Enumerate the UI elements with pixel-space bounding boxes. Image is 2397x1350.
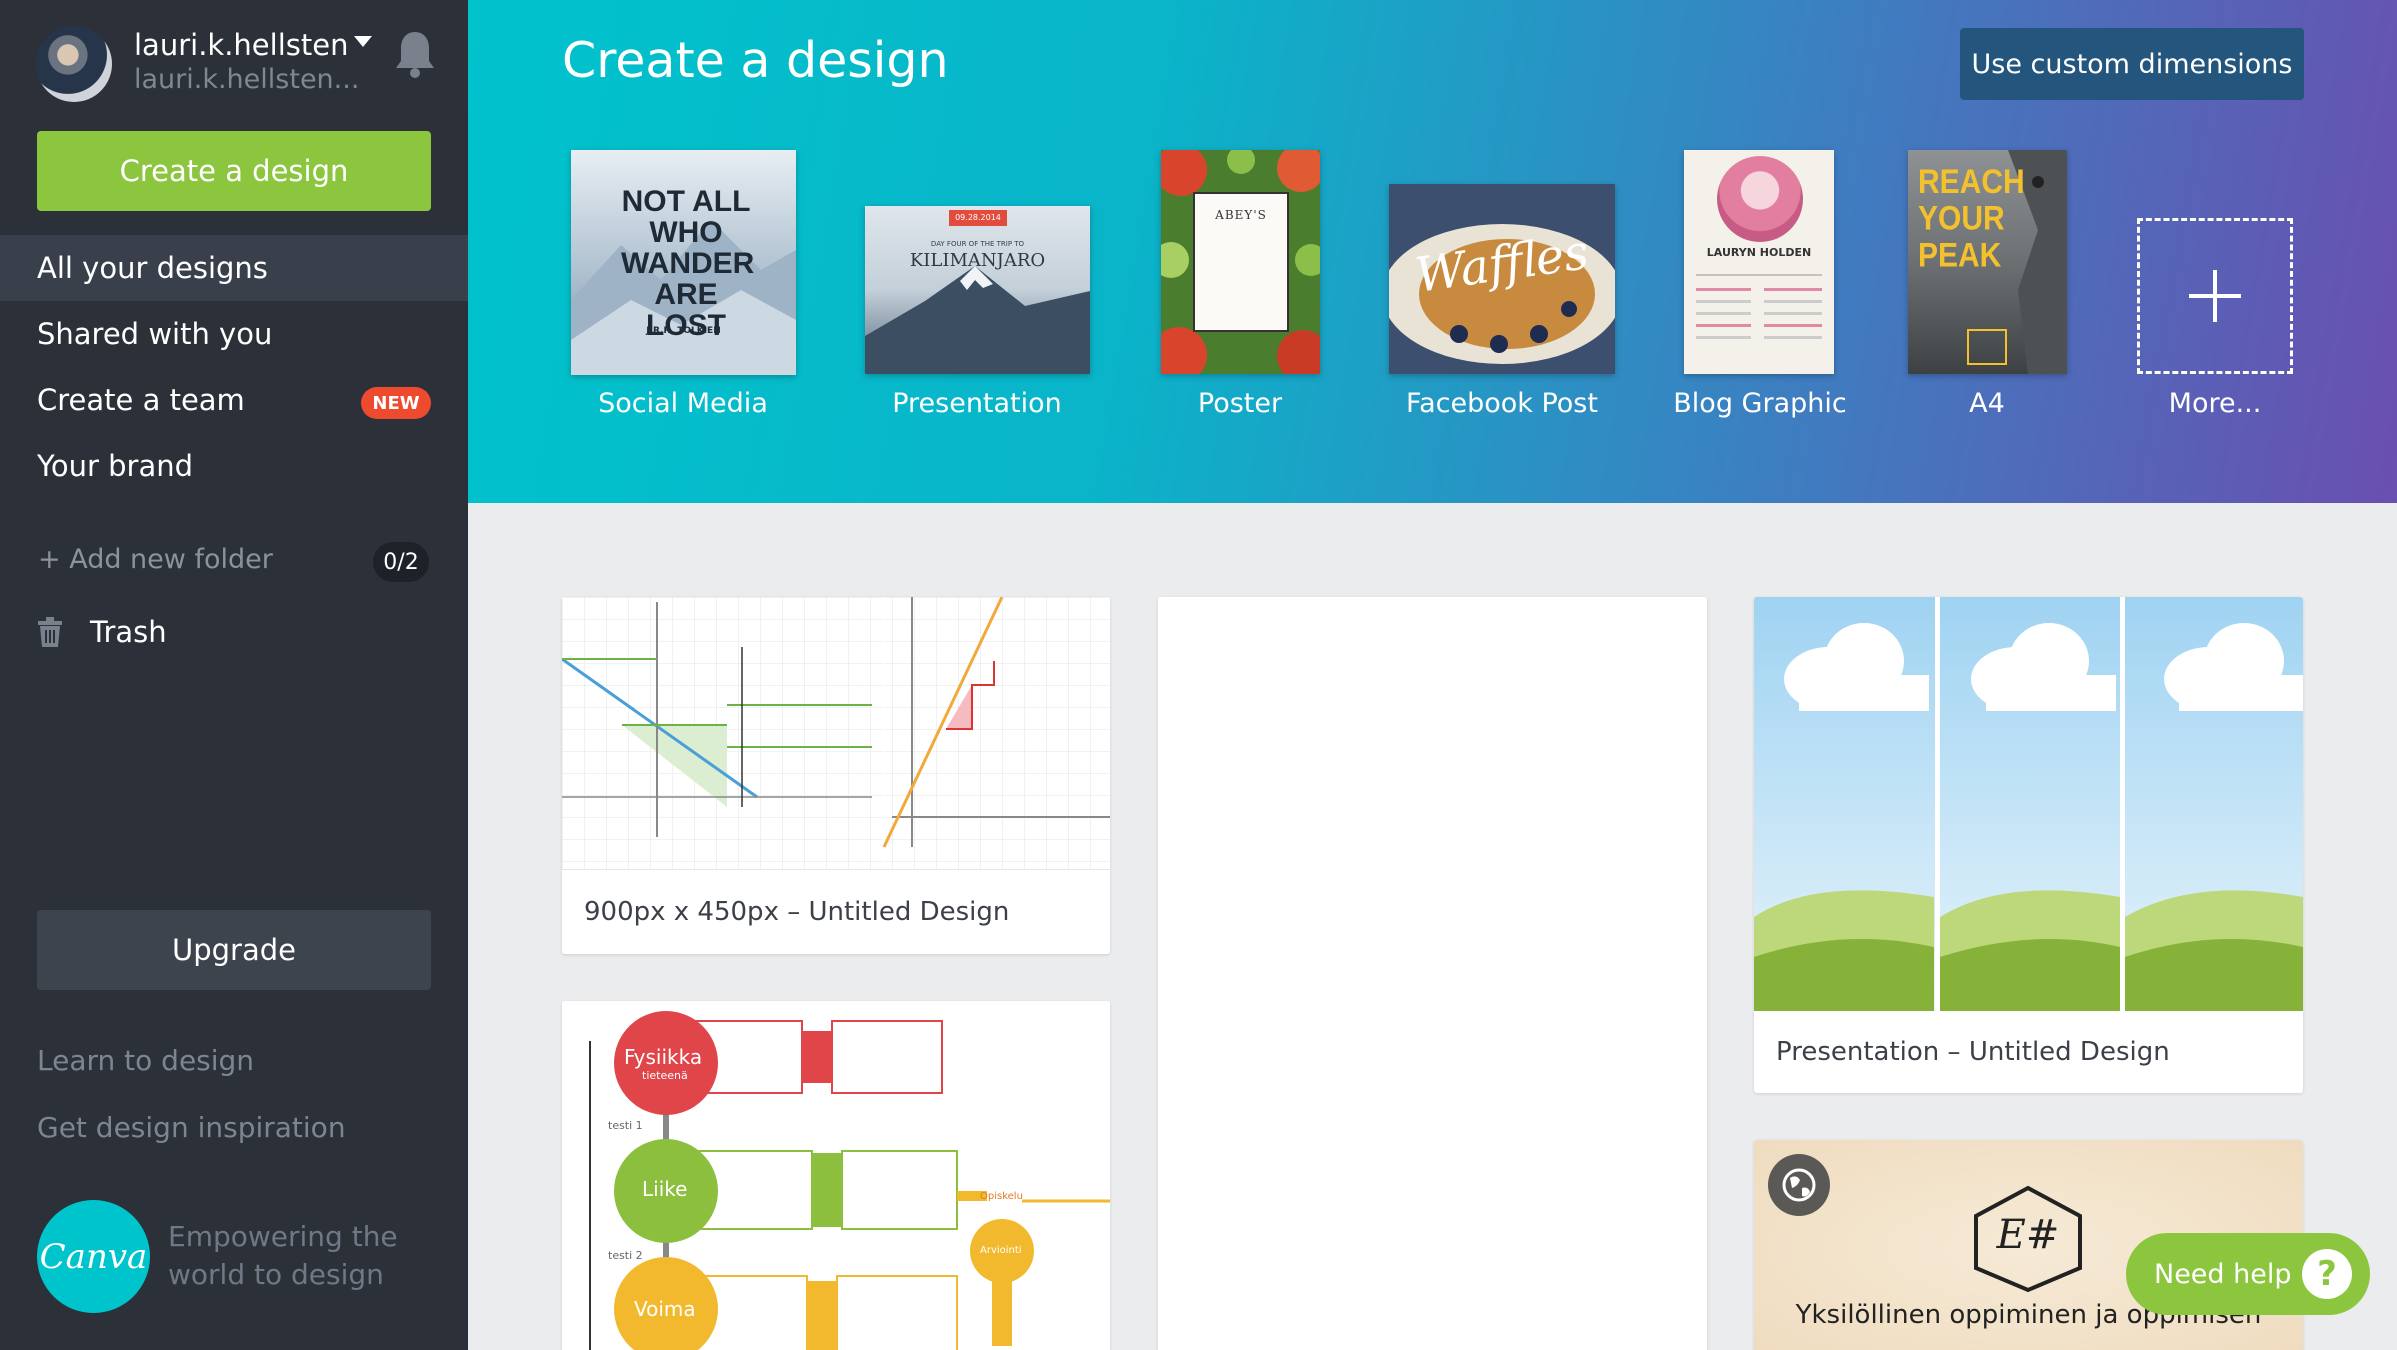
sidebar-item-all-designs[interactable]: All your designs <box>0 235 496 301</box>
template-label: Poster <box>1197 388 1283 419</box>
profile-photo <box>1717 156 1803 242</box>
design-inspiration-link[interactable]: Get design inspiration <box>37 1111 346 1144</box>
globe-icon[interactable] <box>1768 1154 1830 1216</box>
template-label: Blog Graphic <box>1673 388 1847 419</box>
sidebar-item-brand[interactable]: Your brand <box>0 433 468 499</box>
custom-dimensions-button[interactable]: Use custom dimensions <box>1960 28 2304 100</box>
tagline-line-1: Empowering the <box>168 1220 398 1253</box>
thumb-text: REACH YOUR PEAK <box>1918 162 2025 275</box>
template-label: A4 <box>1969 388 2005 419</box>
folder-count-badge: 0/2 <box>373 542 429 582</box>
add-folder-link[interactable]: + Add new folder <box>38 544 273 575</box>
template-label: Facebook Post <box>1406 388 1598 419</box>
design-thumbnail <box>1754 597 2303 1011</box>
divider <box>562 869 1110 870</box>
create-design-header: Create a design Use custom dimensions NO… <box>468 0 2397 503</box>
chevron-down-icon[interactable] <box>354 36 372 47</box>
user-menu[interactable]: lauri.k.hellsten lauri.k.hellsten... <box>36 26 436 104</box>
thumb-text: KILIMANJARO <box>909 250 1046 271</box>
tagline: Empowering the world to design <box>168 1218 398 1294</box>
thumb-subtext: J.R.R. TOLKIEN <box>646 326 721 336</box>
design-thumbnail <box>562 597 1110 869</box>
bell-icon[interactable] <box>392 28 438 80</box>
design-title: 900px x 450px – Untitled Design <box>584 897 1010 927</box>
need-help-label: Need help <box>2154 1258 2292 1290</box>
template-thumbnail: 09.28.2014 DAY FOUR OF THE TRIP TO KILIM… <box>865 206 1090 374</box>
template-thumbnail: Waffles <box>1389 184 1615 374</box>
canva-logo[interactable]: Canva <box>37 1200 150 1313</box>
sidebar-nav: All your designs Shared with you Create … <box>0 235 496 499</box>
avatar <box>36 26 112 102</box>
tagline-line-2: world to design <box>168 1258 384 1291</box>
need-help-button[interactable]: Need help ? <box>2126 1233 2370 1315</box>
mindmap-label: Fysiikka <box>624 1045 703 1069</box>
new-badge: NEW <box>361 387 431 419</box>
design-card[interactable]: Fysiikka tieteenä Liike Voima testi 1 te… <box>562 1001 1110 1350</box>
mindmap-label: Arviointi <box>980 1245 1022 1256</box>
design-title: Presentation – Untitled Design <box>1776 1037 2170 1067</box>
thumb-date: 09.28.2014 <box>949 210 1007 226</box>
plus-icon <box>2189 270 2241 322</box>
learn-to-design-link[interactable]: Learn to design <box>37 1044 254 1077</box>
more-box <box>2137 218 2293 374</box>
thumb-text: LAURYN HOLDEN <box>1706 246 1812 259</box>
thumb-text: NOT ALL WHO WANDER ARE LOST <box>621 185 755 342</box>
logo-text: E# <box>1996 1212 2060 1258</box>
thumb-text: ABEY'S <box>1215 208 1267 222</box>
mountain-illustration <box>865 266 1090 374</box>
page-title: Create a design <box>562 32 949 89</box>
trash-label: Trash <box>90 615 167 649</box>
template-thumbnail: ABEY'S <box>1161 150 1320 374</box>
user-email: lauri.k.hellsten... <box>134 64 360 95</box>
mindmap-label: testi 2 <box>608 1249 643 1262</box>
mindmap-label: testi 1 <box>608 1119 643 1132</box>
poster-card: ABEY'S <box>1193 192 1289 332</box>
sidebar: lauri.k.hellsten lauri.k.hellsten... Cre… <box>0 0 496 1350</box>
username: lauri.k.hellsten <box>134 28 349 62</box>
upgrade-button[interactable]: Upgrade <box>37 910 431 990</box>
blog-lines <box>1696 274 1822 339</box>
sidebar-item-label: All your designs <box>37 251 268 285</box>
sidebar-item-shared[interactable]: Shared with you <box>0 301 468 367</box>
template-label: Presentation <box>892 388 1062 419</box>
template-label: Social Media <box>598 388 768 419</box>
sidebar-item-label: Shared with you <box>37 317 273 351</box>
mindmap-label: tieteenä <box>642 1069 688 1082</box>
mindmap-label: Voima <box>634 1297 696 1321</box>
template-label: More... <box>2168 388 2262 419</box>
mindmap-label: Liike <box>642 1177 688 1201</box>
sidebar-item-label: Create a team <box>37 383 245 417</box>
design-thumbnail <box>1158 597 1707 1350</box>
mindmap-label: Opiskelu <box>980 1191 1023 1202</box>
sidebar-item-label: Your brand <box>37 449 194 483</box>
trash-icon <box>38 617 62 647</box>
thumb-subtext: DAY FOUR OF THE TRIP TO <box>930 240 1025 248</box>
design-card[interactable]: Presentation – Untitled Design <box>1754 597 2303 1093</box>
sidebar-item-create-team[interactable]: Create a team NEW <box>0 367 468 433</box>
design-card[interactable] <box>1158 597 1707 1350</box>
template-thumbnail: NOT ALL WHO WANDER ARE LOST J.R.R. TOLKI… <box>571 150 796 375</box>
question-icon: ? <box>2302 1249 2352 1299</box>
template-thumbnail: LAURYN HOLDEN <box>1684 150 1834 374</box>
template-thumbnail: REACH YOUR PEAK <box>1908 150 2067 374</box>
design-card[interactable]: 900px x 450px – Untitled Design <box>562 597 1110 954</box>
sidebar-item-trash[interactable]: Trash <box>36 610 236 654</box>
create-design-button[interactable]: Create a design <box>37 131 431 211</box>
